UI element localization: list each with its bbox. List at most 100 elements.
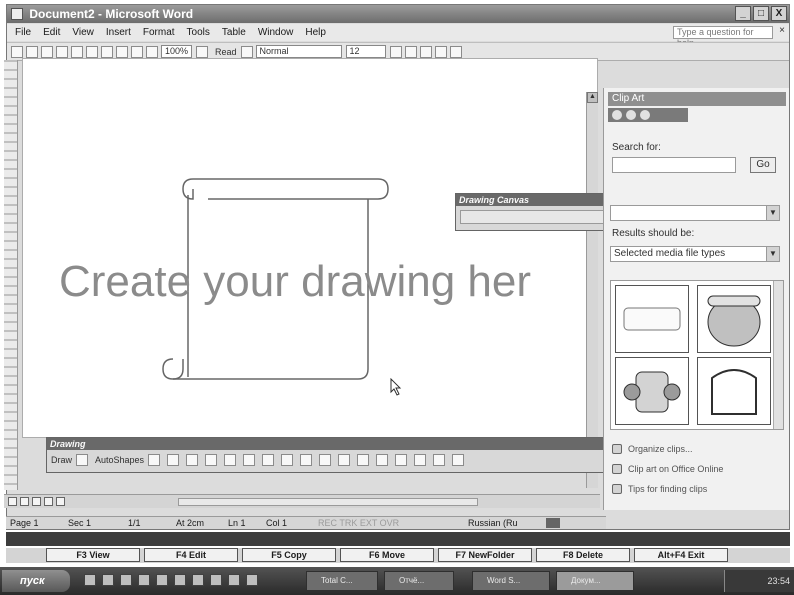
maximize-button[interactable]: □ xyxy=(753,6,769,21)
menu-insert[interactable]: Insert xyxy=(106,27,131,38)
f5-copy-button[interactable]: F5 Copy xyxy=(242,548,336,562)
altf4-exit-button[interactable]: Alt+F4 Exit xyxy=(634,548,728,562)
line-icon[interactable] xyxy=(148,454,161,466)
go-button[interactable]: Go xyxy=(750,157,776,173)
shadow-icon[interactable] xyxy=(433,454,446,466)
permission-icon[interactable] xyxy=(56,45,68,58)
style-select[interactable]: Normal xyxy=(255,45,342,58)
styles-icon[interactable] xyxy=(240,45,253,58)
print-icon[interactable] xyxy=(71,45,83,58)
outline-view-icon[interactable] xyxy=(44,497,53,506)
f4-edit-button[interactable]: F4 Edit xyxy=(144,548,238,562)
f6-move-button[interactable]: F6 Move xyxy=(340,548,434,562)
diagram-icon[interactable] xyxy=(262,454,275,466)
clip-thumbnail[interactable] xyxy=(697,285,771,353)
quicklaunch-icon[interactable] xyxy=(210,574,222,586)
f3-view-button[interactable]: F3 View xyxy=(46,548,140,562)
drawing-toolbar[interactable]: Drawing × Draw AutoShapes xyxy=(46,437,614,473)
f7-newfolder-button[interactable]: F7 NewFolder xyxy=(438,548,532,562)
canvas-placeholder-text[interactable]: Create your drawing her xyxy=(59,257,531,307)
oval-icon[interactable] xyxy=(205,454,218,466)
quicklaunch-icon[interactable] xyxy=(174,574,186,586)
start-button[interactable]: пуск xyxy=(2,570,70,592)
quicklaunch-icon[interactable] xyxy=(228,574,240,586)
document-area[interactable]: Create your drawing her xyxy=(22,58,598,438)
chevron-down-icon[interactable]: ▼ xyxy=(766,247,779,261)
save-icon[interactable] xyxy=(41,45,53,58)
new-document-icon[interactable] xyxy=(11,45,23,58)
picture-icon[interactable] xyxy=(300,454,313,466)
clip-thumbnail[interactable] xyxy=(697,357,771,425)
read-button[interactable]: Read xyxy=(215,47,237,57)
menu-table[interactable]: Table xyxy=(222,27,246,38)
tips-link[interactable]: Tips for finding clips xyxy=(612,484,707,494)
menu-format[interactable]: Format xyxy=(143,27,175,38)
autoshapes-menu-button[interactable]: AutoShapes xyxy=(95,455,144,465)
f8-delete-button[interactable]: F8 Delete xyxy=(536,548,630,562)
clip-art-online-link[interactable]: Clip art on Office Online xyxy=(612,464,723,474)
indent-icon[interactable] xyxy=(434,45,447,58)
3d-icon[interactable] xyxy=(452,454,465,466)
rectangle-icon[interactable] xyxy=(186,454,199,466)
menu-view[interactable]: View xyxy=(72,27,94,38)
taskbar-task-report[interactable]: Отчё... xyxy=(384,571,454,591)
font-color-icon[interactable] xyxy=(449,45,462,58)
spelling-status-icon[interactable] xyxy=(546,518,560,528)
minimize-button[interactable]: _ xyxy=(735,6,751,21)
quicklaunch-icon[interactable] xyxy=(156,574,168,586)
font-color-icon[interactable] xyxy=(357,454,370,466)
show-hide-icon[interactable] xyxy=(146,45,158,58)
draw-menu-button[interactable]: Draw xyxy=(51,455,72,465)
scroll-autoshape[interactable] xyxy=(23,59,599,439)
title-bar[interactable]: Document2 - Microsoft Word _ □ X xyxy=(7,5,789,23)
organize-clips-link[interactable]: Organize clips... xyxy=(612,444,693,454)
close-button[interactable]: X xyxy=(771,6,787,21)
taskbar-task-total-commander[interactable]: Total C... xyxy=(306,571,378,591)
fill-color-icon[interactable] xyxy=(319,454,332,466)
menu-window[interactable]: Window xyxy=(258,27,294,38)
clip-art-icon[interactable] xyxy=(281,454,294,466)
numbering-icon[interactable] xyxy=(419,45,432,58)
align-icon[interactable] xyxy=(404,45,417,58)
line-style-icon[interactable] xyxy=(376,454,389,466)
quicklaunch-icon[interactable] xyxy=(102,574,114,586)
scroll-up-arrow-icon[interactable]: ▲ xyxy=(587,92,598,103)
chevron-down-icon[interactable]: ▼ xyxy=(766,206,779,220)
zoom-select[interactable]: 100% xyxy=(161,45,193,58)
results-scrollbar[interactable] xyxy=(773,281,783,429)
search-input[interactable] xyxy=(612,157,736,173)
menu-file[interactable]: File xyxy=(15,27,31,38)
arrow-icon[interactable] xyxy=(167,454,180,466)
hyperlink-icon[interactable] xyxy=(116,45,128,58)
select-objects-icon[interactable] xyxy=(76,454,89,466)
quicklaunch-icon[interactable] xyxy=(246,574,258,586)
undo-icon[interactable] xyxy=(86,45,98,58)
document-close-icon[interactable]: × xyxy=(779,25,785,36)
redo-icon[interactable] xyxy=(101,45,113,58)
normal-view-icon[interactable] xyxy=(8,497,17,506)
quicklaunch-icon[interactable] xyxy=(192,574,204,586)
open-icon[interactable] xyxy=(26,45,38,58)
search-in-select[interactable]: ▼ xyxy=(610,205,780,221)
word-app-icon[interactable] xyxy=(11,8,23,20)
vertical-ruler[interactable] xyxy=(4,60,18,490)
home-icon[interactable] xyxy=(640,110,650,120)
menu-tools[interactable]: Tools xyxy=(187,27,210,38)
menu-help[interactable]: Help xyxy=(305,27,326,38)
help-question-box[interactable]: Type a question for help xyxy=(673,26,773,48)
back-icon[interactable] xyxy=(612,110,622,120)
line-color-icon[interactable] xyxy=(338,454,351,466)
taskbar-task-document[interactable]: Докум... xyxy=(556,571,634,591)
wordart-icon[interactable] xyxy=(243,454,256,466)
reading-view-icon[interactable] xyxy=(56,497,65,506)
vertical-scrollbar[interactable]: ▲ xyxy=(586,92,598,488)
web-view-icon[interactable] xyxy=(20,497,29,506)
clip-thumbnail[interactable] xyxy=(615,357,689,425)
font-size-select[interactable]: 12 xyxy=(345,45,386,58)
results-type-select[interactable]: Selected media file types ▼ xyxy=(610,246,780,262)
horizontal-scrollbar[interactable] xyxy=(178,498,478,506)
print-view-icon[interactable] xyxy=(32,497,41,506)
taskbar-task-word-s[interactable]: Word S... xyxy=(472,571,550,591)
dash-style-icon[interactable] xyxy=(395,454,408,466)
menu-edit[interactable]: Edit xyxy=(43,27,60,38)
